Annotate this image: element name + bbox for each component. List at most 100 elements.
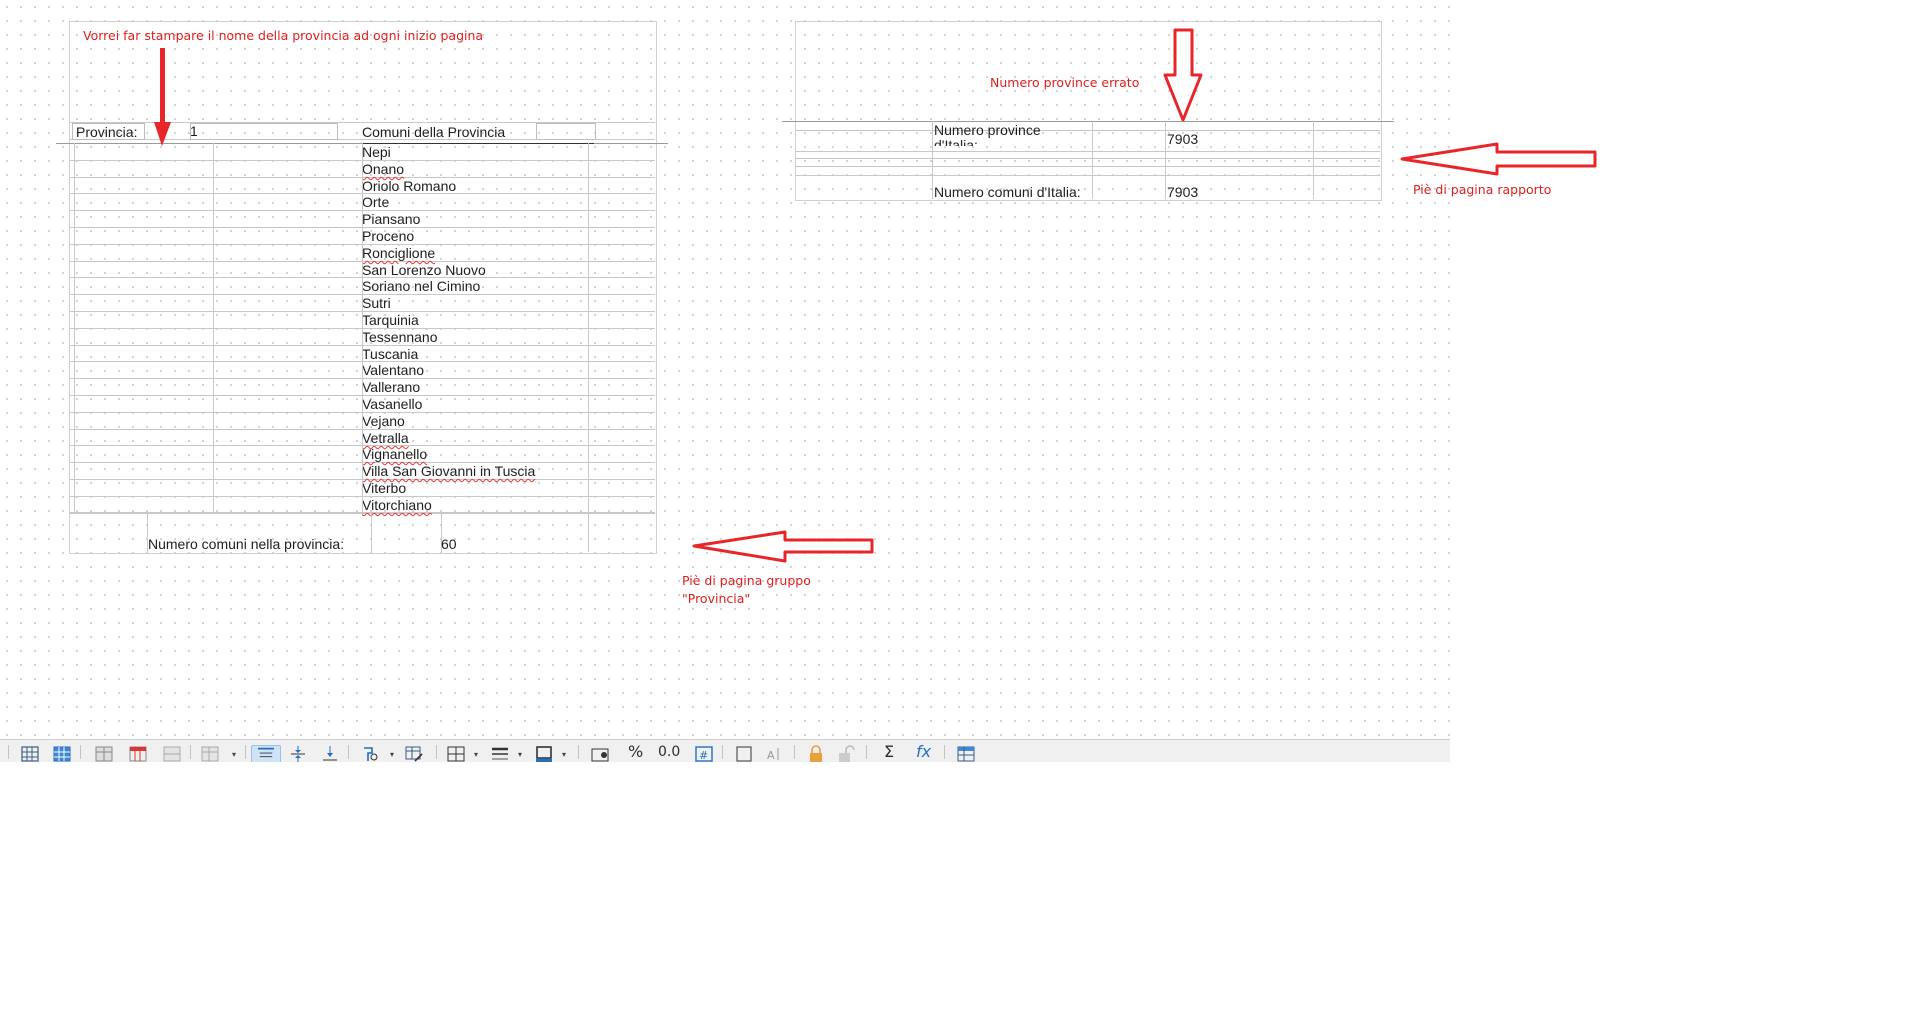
- comune-name: Onano: [362, 161, 405, 177]
- comune-name: Valentano: [362, 362, 425, 378]
- comune-name: Viterbo: [362, 480, 407, 496]
- group-footer-top-line: [69, 512, 655, 513]
- province-value: 1: [190, 123, 198, 139]
- right-col-4: [1313, 121, 1314, 199]
- function-icon[interactable]: fx: [916, 743, 931, 761]
- province-count-label-line1: Numero province: [934, 122, 1041, 138]
- province-label: Provincia:: [76, 124, 138, 140]
- right-col-2: [1092, 121, 1093, 199]
- right-row-line-3: [795, 158, 1380, 159]
- chevron-down-icon[interactable]: ▾: [474, 750, 478, 759]
- chevron-down-icon[interactable]: ▾: [232, 750, 236, 759]
- detail-row-line: [69, 513, 655, 514]
- comune-name: Piansano: [362, 211, 421, 227]
- percent-icon[interactable]: %: [628, 743, 643, 761]
- number-format-icon[interactable]: #: [694, 745, 714, 762]
- toolbar-separator: [722, 745, 723, 759]
- detail-column-line: [362, 143, 363, 513]
- group-footer-annotation-line2: "Provincia": [682, 591, 751, 606]
- report-footer-annotation: Piè di pagina rapporto: [1413, 182, 1552, 197]
- format-paint-icon[interactable]: [360, 745, 380, 762]
- line-style-icon[interactable]: [490, 745, 510, 762]
- table-merge-icon[interactable]: [162, 745, 182, 762]
- svg-text:#: #: [699, 749, 708, 762]
- right-row-line-1: [795, 130, 1380, 131]
- arrow-left-group-footer: [692, 530, 874, 563]
- comuni-header: Comuni della Provincia: [362, 124, 506, 140]
- province-value-cell[interactable]: [190, 123, 338, 140]
- table-edit-icon[interactable]: [404, 745, 424, 762]
- wrong-count-annotation: Numero province errato: [990, 75, 1140, 90]
- arrow-left-report-footer: [1400, 142, 1597, 176]
- grid-blue-icon[interactable]: [52, 745, 72, 762]
- toolbar-separator: [190, 745, 191, 759]
- unlock-icon[interactable]: [836, 745, 856, 762]
- right-row-line-2: [795, 151, 1380, 152]
- right-col-3: [1165, 121, 1166, 199]
- page-header-annotation: Vorrei far stampare il nome della provin…: [83, 28, 484, 43]
- detail-column-line: [588, 143, 589, 513]
- comune-name: Tuscania: [362, 346, 419, 362]
- align-bottom-icon[interactable]: [320, 745, 340, 762]
- table-icon[interactable]: [94, 745, 114, 762]
- infinity-icon[interactable]: 0.0: [658, 743, 680, 761]
- detail-column-line: [74, 143, 75, 513]
- comune-name: Orte: [362, 194, 390, 210]
- comune-name: Tarquinia: [362, 312, 419, 328]
- align-middle-icon[interactable]: [288, 745, 308, 762]
- comune-name: Vasanello: [362, 396, 423, 412]
- comuni-header-cell[interactable]: [536, 123, 596, 140]
- right-col-1: [932, 121, 933, 199]
- toolbar-separator: [944, 745, 945, 759]
- province-count-label-line2: d'Italia:: [934, 137, 978, 146]
- comuni-count-label: Numero comuni d'Italia:: [934, 184, 1081, 200]
- detail-column-line: [213, 143, 214, 513]
- comune-name: Nepi: [362, 144, 391, 160]
- chevron-down-icon[interactable]: ▾: [562, 750, 566, 759]
- comune-name: Villa San Giovanni in Tuscia: [362, 463, 536, 479]
- comune-name: Soriano nel Cimino: [362, 278, 481, 294]
- border-color-icon[interactable]: [534, 745, 554, 762]
- grid-icon[interactable]: [20, 745, 40, 762]
- sum-icon[interactable]: Σ: [884, 743, 894, 761]
- comune-name: Vetralla: [362, 430, 409, 446]
- comune-name: Oriolo Romano: [362, 178, 457, 194]
- toolbar-separator: [436, 745, 437, 759]
- toolbar-separator: [794, 745, 795, 759]
- chevron-down-icon[interactable]: ▾: [518, 750, 522, 759]
- toolbar-separator: [245, 745, 246, 759]
- table-insert-icon[interactable]: [200, 745, 220, 762]
- comune-name: Proceno: [362, 228, 415, 244]
- comune-name: Vejano: [362, 413, 405, 429]
- toolbar-separator: [348, 745, 349, 759]
- toolbar-separator: [80, 745, 81, 759]
- comune-name: Ronciglione: [362, 245, 436, 261]
- group-footer-sep-4: [588, 512, 589, 552]
- toolbar-separator: [866, 745, 867, 759]
- image-icon[interactable]: [590, 745, 610, 762]
- lock-icon[interactable]: [806, 745, 826, 762]
- comuni-count-value: 7903: [1167, 184, 1199, 200]
- right-report-page: [795, 21, 1382, 201]
- comune-name: Sutri: [362, 295, 391, 311]
- group-footer-value: 60: [441, 536, 457, 552]
- comune-name: San Lorenzo Nuovo: [362, 262, 486, 278]
- svg-text:A: A: [767, 749, 775, 762]
- chevron-down-icon[interactable]: ▾: [390, 750, 394, 759]
- report-design-canvas[interactable]: Provincia: 1 Comuni della Provincia Nepi…: [0, 0, 1597, 740]
- right-header-divider: [782, 121, 1394, 122]
- comune-name: Vallerano: [362, 379, 421, 395]
- right-row-line-4: [795, 166, 1380, 167]
- align-top-icon[interactable]: [251, 745, 281, 762]
- comune-name: Vitorchiano: [362, 497, 432, 513]
- toolbar-separator: [8, 745, 9, 759]
- bottom-toolbar: ▾ ▾ ▾ ▾ ▾ % 0.0 # A Σ fx: [0, 739, 1450, 762]
- group-header-bottom-line: [362, 143, 594, 144]
- table-props-icon[interactable]: [956, 745, 976, 762]
- text-shrink-icon[interactable]: A: [764, 745, 784, 762]
- group-footer-annotation-line1: Piè di pagina gruppo: [682, 573, 811, 588]
- frame-icon[interactable]: [734, 745, 754, 762]
- table-red-icon[interactable]: [128, 745, 148, 762]
- borders-icon[interactable]: [446, 745, 466, 762]
- comune-name: Vignanello: [362, 446, 428, 462]
